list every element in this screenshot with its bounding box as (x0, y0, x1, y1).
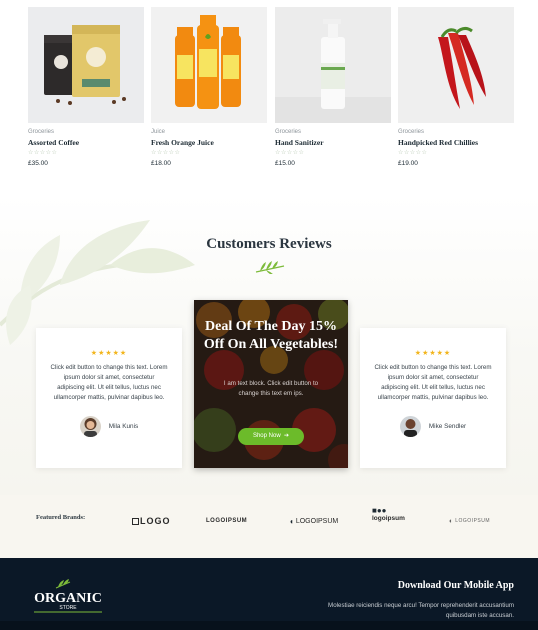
logo-word: ORGANIC (34, 591, 102, 606)
product-price: £15.00 (275, 160, 295, 167)
deal-of-the-day-banner[interactable]: Deal Of The Day 15% Off On All Vegetable… (194, 300, 348, 468)
shop-now-button[interactable]: Shop Now ➔ (238, 428, 304, 445)
featured-brands: Featured Brands: LOGO LOGOIPSUM ◖ LOGOIP… (0, 495, 538, 558)
brand-logo-4[interactable]: ■●● logoipsum (372, 506, 405, 530)
brand-logo-2[interactable]: LOGOIPSUM (206, 509, 247, 533)
rating-stars: ★★★★★ (90, 350, 128, 357)
product-category: Groceries (28, 129, 55, 135)
product-name[interactable]: Assorted Coffee (28, 138, 144, 147)
product-image-sanitizer[interactable] (275, 7, 391, 123)
review-text: Click edit button to change this text. L… (50, 364, 168, 401)
reviewer: Mike Sendler (360, 416, 506, 437)
product-image-chillies[interactable] (398, 7, 514, 123)
brand-logo-3[interactable]: ◖ LOGOIPSUM (289, 509, 338, 533)
product-category: Groceries (398, 129, 425, 135)
rating-stars: ☆☆☆☆☆ (151, 150, 181, 156)
deal-text: I am text block. Click edit button to ch… (223, 380, 319, 397)
logo-sub: STORE (59, 605, 77, 611)
footer-bottom-bar (0, 621, 538, 630)
mobile-app-title: Download Our Mobile App (397, 580, 514, 591)
product-category: Groceries (275, 129, 302, 135)
product-grid: Groceries Assorted Coffee ☆☆☆☆☆ £35.00 J… (28, 7, 514, 167)
avatar (79, 416, 101, 437)
arrow-right-icon: ➔ (282, 433, 290, 439)
site-footer: ORGANIC STORE Download Our Mobile App Mo… (0, 558, 538, 630)
reviewer-name: Mila Kunis (108, 423, 139, 430)
logo-mark-icon (132, 517, 139, 525)
logo-shapes-icon: ■●● (372, 506, 387, 515)
product-name[interactable]: Fresh Orange Juice (151, 138, 267, 147)
product-category: Juice (151, 129, 166, 135)
reviewer-name: Mike Sendler (428, 423, 467, 430)
avatar (399, 416, 421, 437)
product-card[interactable]: Juice Fresh Orange Juice ☆☆☆☆☆ £18.00 (151, 7, 267, 167)
shop-now-label: Shop Now (252, 433, 281, 439)
product-price: £19.00 (398, 160, 418, 167)
mobile-app-text: Molestiae reiciendis neque arcu! Tempor … (328, 602, 514, 619)
product-image-coffee[interactable] (28, 7, 144, 123)
product-card[interactable]: Groceries Hand Sanitizer ☆☆☆☆☆ £15.00 (275, 7, 391, 167)
logo-leaf-icon: ◖ (289, 516, 294, 526)
review-card: ★★★★★ Click edit button to change this t… (360, 328, 506, 468)
product-image-orange-juice[interactable] (151, 7, 267, 123)
product-price: £35.00 (28, 160, 48, 167)
product-card[interactable]: Groceries Assorted Coffee ☆☆☆☆☆ £35.00 (28, 7, 144, 167)
product-card[interactable]: Groceries Handpicked Red Chillies ☆☆☆☆☆ … (398, 7, 514, 167)
review-text: Click edit button to change this text. L… (374, 364, 492, 401)
leaf-divider-icon (255, 261, 285, 274)
rating-stars: ☆☆☆☆☆ (275, 150, 305, 156)
review-card: ★★★★★ Click edit button to change this t… (36, 328, 182, 468)
brand-logo-5[interactable]: ◐ LOGOIPSUM (449, 509, 490, 533)
reviewer: Mila Kunis (36, 416, 182, 437)
product-name[interactable]: Handpicked Red Chillies (398, 138, 514, 147)
rating-stars: ★★★★★ (414, 350, 452, 357)
brand-logo-1[interactable]: LOGO (132, 509, 171, 533)
product-name[interactable]: Hand Sanitizer (275, 138, 391, 147)
organic-store-logo[interactable]: ORGANIC STORE (30, 578, 106, 614)
rating-stars: ☆☆☆☆☆ (398, 150, 428, 156)
section-title: Customers Reviews (206, 236, 332, 252)
deal-title: Deal Of The Day 15% Off On All Vegetable… (203, 319, 339, 352)
featured-brands-label: Featured Brands: (36, 514, 86, 521)
rating-stars: ☆☆☆☆☆ (28, 150, 58, 156)
logo-circle-icon: ◐ (449, 517, 454, 525)
product-price: £18.00 (151, 160, 171, 167)
